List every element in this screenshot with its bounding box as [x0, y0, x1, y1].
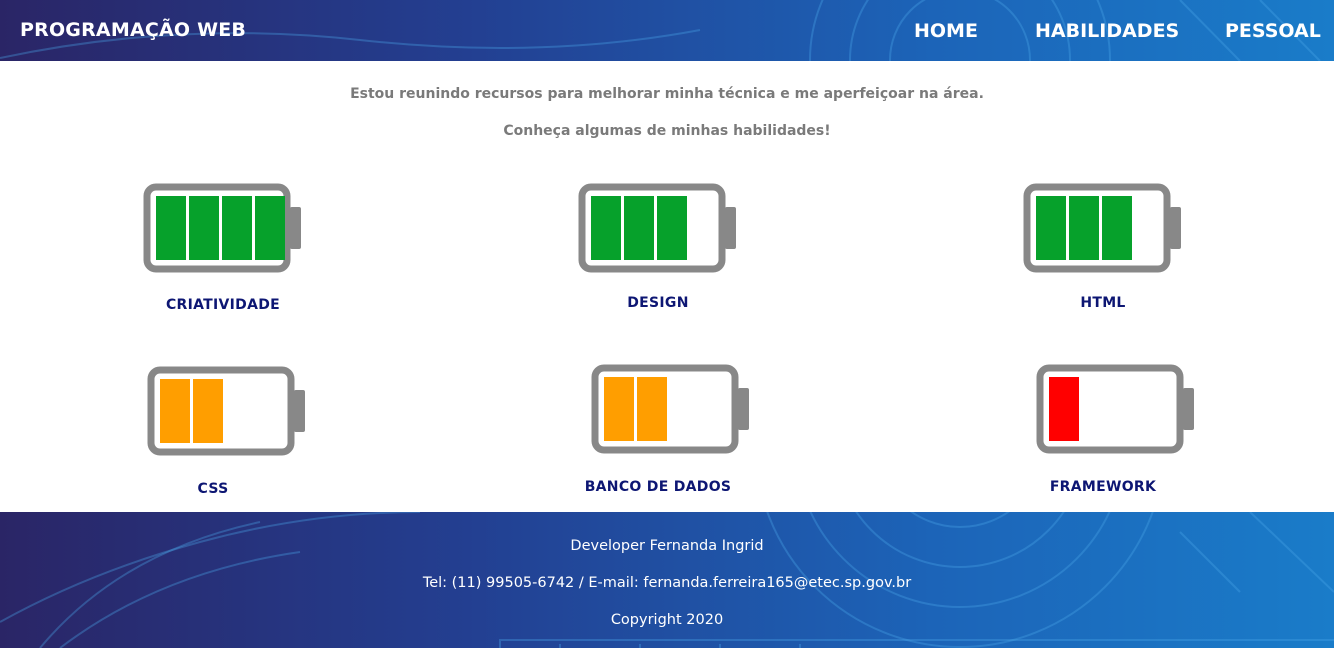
battery-icon	[591, 364, 749, 454]
nav-pessoal[interactable]: PESSOAL	[1225, 20, 1321, 42]
battery-charge-cell	[1036, 196, 1066, 260]
skill-label: HTML	[1080, 295, 1126, 311]
skill-banco-de-dados: BANCO DE DADOS	[541, 364, 801, 495]
skill-label: DESIGN	[627, 295, 689, 311]
site-brand[interactable]: PROGRAMAÇÃO WEB	[20, 19, 246, 41]
battery-tip	[738, 388, 749, 430]
skill-label: BANCO DE DADOS	[584, 479, 732, 495]
battery-tip	[294, 390, 305, 432]
battery-charge-cell	[1069, 196, 1099, 260]
battery-charge-cell	[189, 196, 219, 260]
battery-charge-cell	[604, 377, 634, 441]
top-bar: PROGRAMAÇÃO WEB HOME HABILIDADES PESSOAL	[0, 0, 1334, 61]
battery-charge-cell	[160, 379, 190, 443]
battery-icon	[143, 183, 301, 273]
intro-text: Estou reunindo recursos para melhorar mi…	[350, 86, 984, 102]
footer-contact[interactable]: Tel: (11) 99505-6742 / E-mail: fernanda.…	[0, 575, 1334, 591]
battery-tip	[290, 207, 301, 249]
battery-charge-cell	[624, 196, 654, 260]
footer-copyright: Copyright 2020	[610, 612, 724, 628]
battery-charge-cell	[637, 377, 667, 441]
battery-icon	[147, 366, 305, 456]
footer-developer: Developer Fernanda Ingrid	[570, 538, 764, 554]
battery-charge-cell	[1102, 196, 1132, 260]
battery-charge-cell	[591, 196, 621, 260]
skill-label: CRIATIVIDADE	[165, 297, 281, 313]
battery-tip	[725, 207, 736, 249]
intro-subtitle: Conheça algumas de minhas habilidades!	[503, 123, 831, 139]
battery-icon	[1023, 183, 1181, 273]
battery-charge-cell	[193, 379, 223, 443]
battery-tip	[1170, 207, 1181, 249]
skill-css: CSS	[97, 366, 357, 497]
battery-charge-cell	[1049, 377, 1079, 441]
skill-framework: FRAMEWORK	[986, 364, 1246, 495]
battery-tip	[1183, 388, 1194, 430]
battery-charge-cell	[156, 196, 186, 260]
skill-design: DESIGN	[528, 183, 788, 311]
battery-icon	[578, 183, 736, 273]
footer: Developer Fernanda Ingrid Tel: (11) 9950…	[0, 512, 1334, 648]
skills-section: Estou reunindo recursos para melhorar mi…	[0, 61, 1334, 512]
battery-charge-cell	[657, 196, 687, 260]
nav-home[interactable]: HOME	[914, 20, 978, 42]
battery-charge-cell	[255, 196, 285, 260]
skill-html: HTML	[973, 183, 1233, 311]
battery-charge-cell	[222, 196, 252, 260]
skill-criatividade: CRIATIVIDADE	[93, 183, 353, 313]
battery-icon	[1036, 364, 1194, 454]
skill-label: CSS	[197, 481, 229, 497]
nav-habilidades[interactable]: HABILIDADES	[1035, 20, 1179, 42]
skill-label: FRAMEWORK	[1049, 479, 1157, 495]
